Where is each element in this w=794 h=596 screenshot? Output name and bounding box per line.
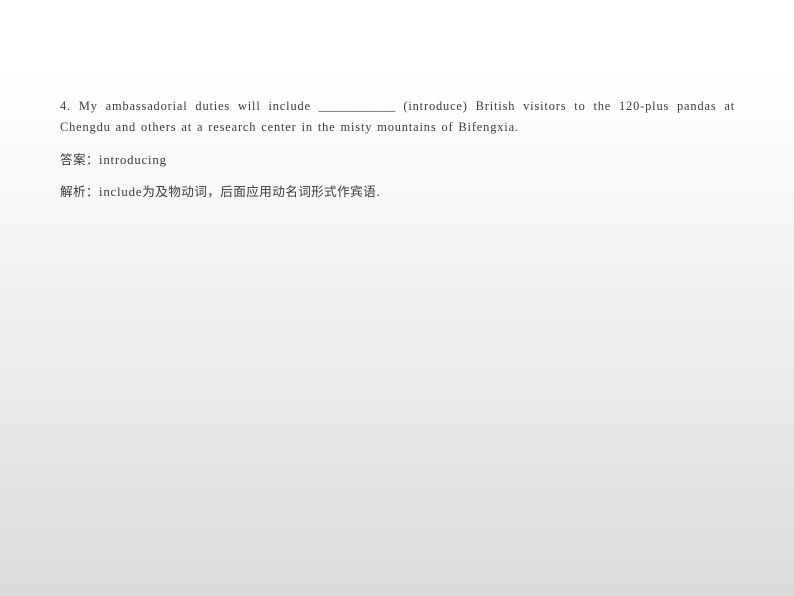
exercise-question: 4. My ambassadorial duties will include …: [60, 96, 735, 138]
analysis-line: 解析：include为及物动词，后面应用动名词形式作宾语.: [60, 181, 735, 203]
answer-line: 答案：introducing: [60, 149, 735, 171]
analysis-label: 解析：: [60, 184, 99, 199]
answer-value: introducing: [98, 153, 167, 167]
analysis-text: 为及物动词，后面应用动名词形式作宾语.: [142, 184, 381, 199]
slide-canvas: 4. My ambassadorial duties will include …: [0, 0, 794, 596]
question-number: 4.: [60, 99, 71, 113]
analysis-keyword: include: [98, 185, 143, 199]
question-text-before-blank: [71, 99, 79, 113]
content-column: 4. My ambassadorial duties will include …: [60, 96, 735, 203]
answer-label: 答案：: [60, 152, 99, 167]
question-space-1: [311, 99, 319, 113]
answer-blank[interactable]: ____________: [319, 99, 396, 113]
question-stem-part1: My ambassadorial duties will include: [78, 99, 311, 113]
